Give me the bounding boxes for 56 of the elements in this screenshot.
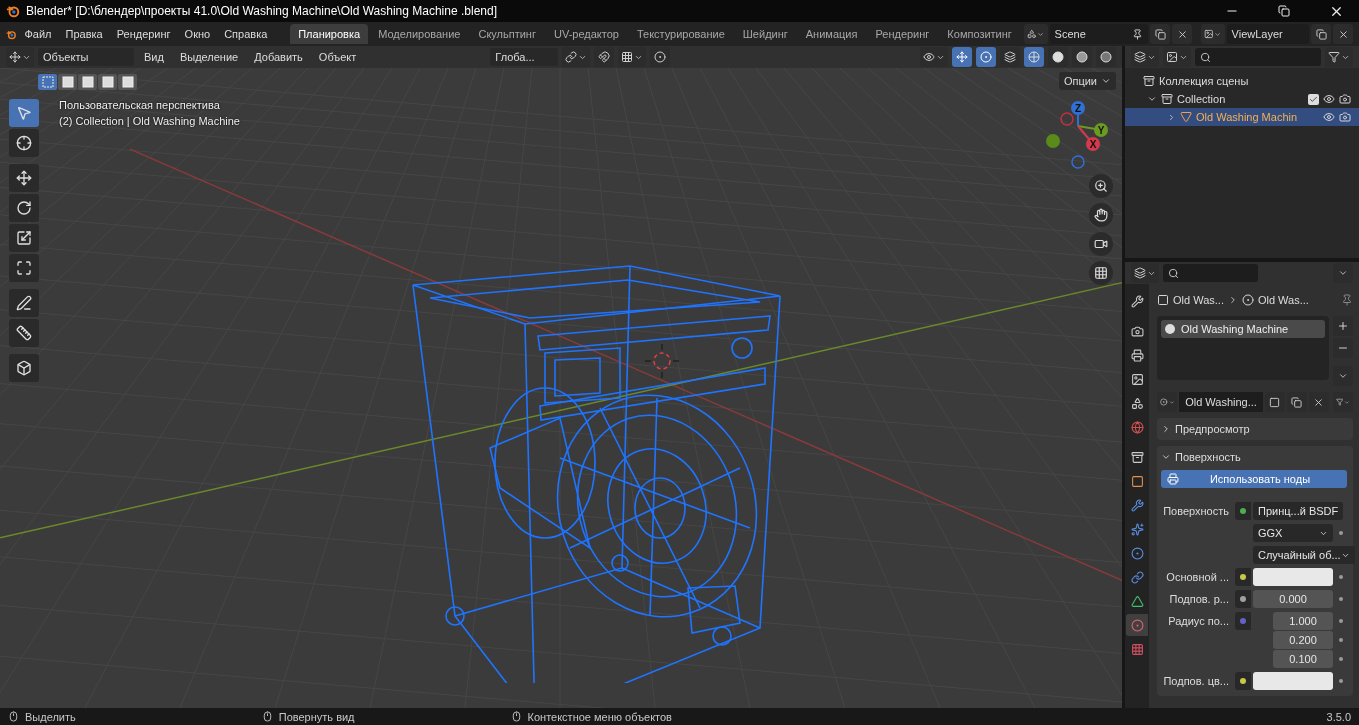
material-name-field[interactable]: Old Washing...: [1179, 392, 1263, 412]
menu-item[interactable]: Рендеринг: [110, 25, 177, 43]
viewport-info-text: Пользовательская перспектива: [59, 99, 221, 111]
axis-label: Y: [1097, 125, 1105, 136]
shader-link-field[interactable]: Принц...й BSDF: [1253, 502, 1344, 520]
workspace-tab[interactable]: Моделирование: [370, 24, 469, 44]
menu-item[interactable]: Вид: [138, 48, 170, 66]
orientation-dropdown[interactable]: Глоба...: [490, 48, 559, 66]
dropdown[interactable]: GGX: [1253, 524, 1333, 542]
number-field[interactable]: 0.100: [1273, 650, 1333, 668]
breadcrumb-item[interactable]: Old Was...: [1257, 294, 1309, 306]
workspace-tab[interactable]: Скульптинг: [470, 24, 544, 44]
field-label: Подпов. цв...: [1162, 674, 1230, 689]
window-title: Blender* [D:\блендер\проекты 41.0\Old Washing Machine\Old Washing Machine .blend]: [26, 4, 498, 18]
number-field[interactable]: 0.000: [1253, 590, 1333, 608]
outliner-row[interactable]: Old Washing Machin: [1125, 108, 1359, 126]
field-label: Подпов. р...: [1168, 592, 1230, 607]
scene-field[interactable]: Scene: [1049, 24, 1149, 44]
field-label: Основной ...: [1165, 570, 1230, 585]
outliner-item[interactable]: Collection: [1177, 93, 1304, 105]
status-hint: Контекстное меню объектов: [527, 710, 672, 723]
axis-label: X: [1089, 139, 1097, 150]
breadcrumb-item[interactable]: Old Was...: [1173, 294, 1224, 306]
workspace-tab[interactable]: Планировка: [290, 24, 369, 44]
menu-item[interactable]: Правка: [59, 25, 109, 43]
panel-header[interactable]: Поверхность: [1157, 446, 1353, 468]
outliner-item-label: Old Washing Machin: [1196, 111, 1299, 123]
menu-item[interactable]: Окно: [178, 25, 217, 43]
menu-item[interactable]: Выделение: [173, 48, 245, 66]
workspace-tab[interactable]: Композитинг: [939, 24, 1020, 44]
status-hint: Повернуть вид: [278, 710, 355, 723]
workspace-tab[interactable]: Текстурирование: [628, 24, 733, 44]
menu-item[interactable]: Добавить: [248, 48, 309, 66]
version-text: 3.5.0: [1326, 710, 1351, 723]
workspace-tab[interactable]: Шейдинг: [734, 24, 796, 44]
outliner-item[interactable]: Коллекция сцены: [1159, 75, 1351, 87]
viewport-info-text: (2) Collection | Old Washing Machine: [59, 115, 240, 127]
view-layer-field[interactable]: ViewLayer: [1226, 24, 1309, 44]
material-slot[interactable]: Old Washing Machine: [1161, 320, 1325, 338]
workspace-tab[interactable]: Анимация: [797, 24, 866, 44]
dropdown[interactable]: Случайный об...: [1253, 546, 1355, 564]
field-label: Радиус по...: [1167, 614, 1230, 629]
axis-label: Z: [1074, 103, 1082, 114]
menu-item[interactable]: Объект: [312, 48, 363, 66]
field-label: Поверхность: [1162, 504, 1230, 519]
status-hint: Выделить: [25, 710, 76, 723]
menu-item[interactable]: Справка: [218, 25, 274, 43]
workspace-tab[interactable]: Рендеринг: [867, 24, 938, 44]
mode-dropdown[interactable]: Объекты: [38, 48, 134, 66]
panel-header[interactable]: Предпросмотр: [1157, 418, 1353, 440]
number-field[interactable]: 1.000: [1273, 612, 1333, 630]
workspace-tab[interactable]: UV-редактор: [545, 24, 627, 44]
options-dropdown[interactable]: Опции: [1058, 72, 1116, 90]
use-nodes-button[interactable]: Использовать ноды: [1161, 470, 1347, 488]
number-field[interactable]: 0.200: [1273, 631, 1333, 649]
menu-item[interactable]: Файл: [18, 25, 58, 43]
